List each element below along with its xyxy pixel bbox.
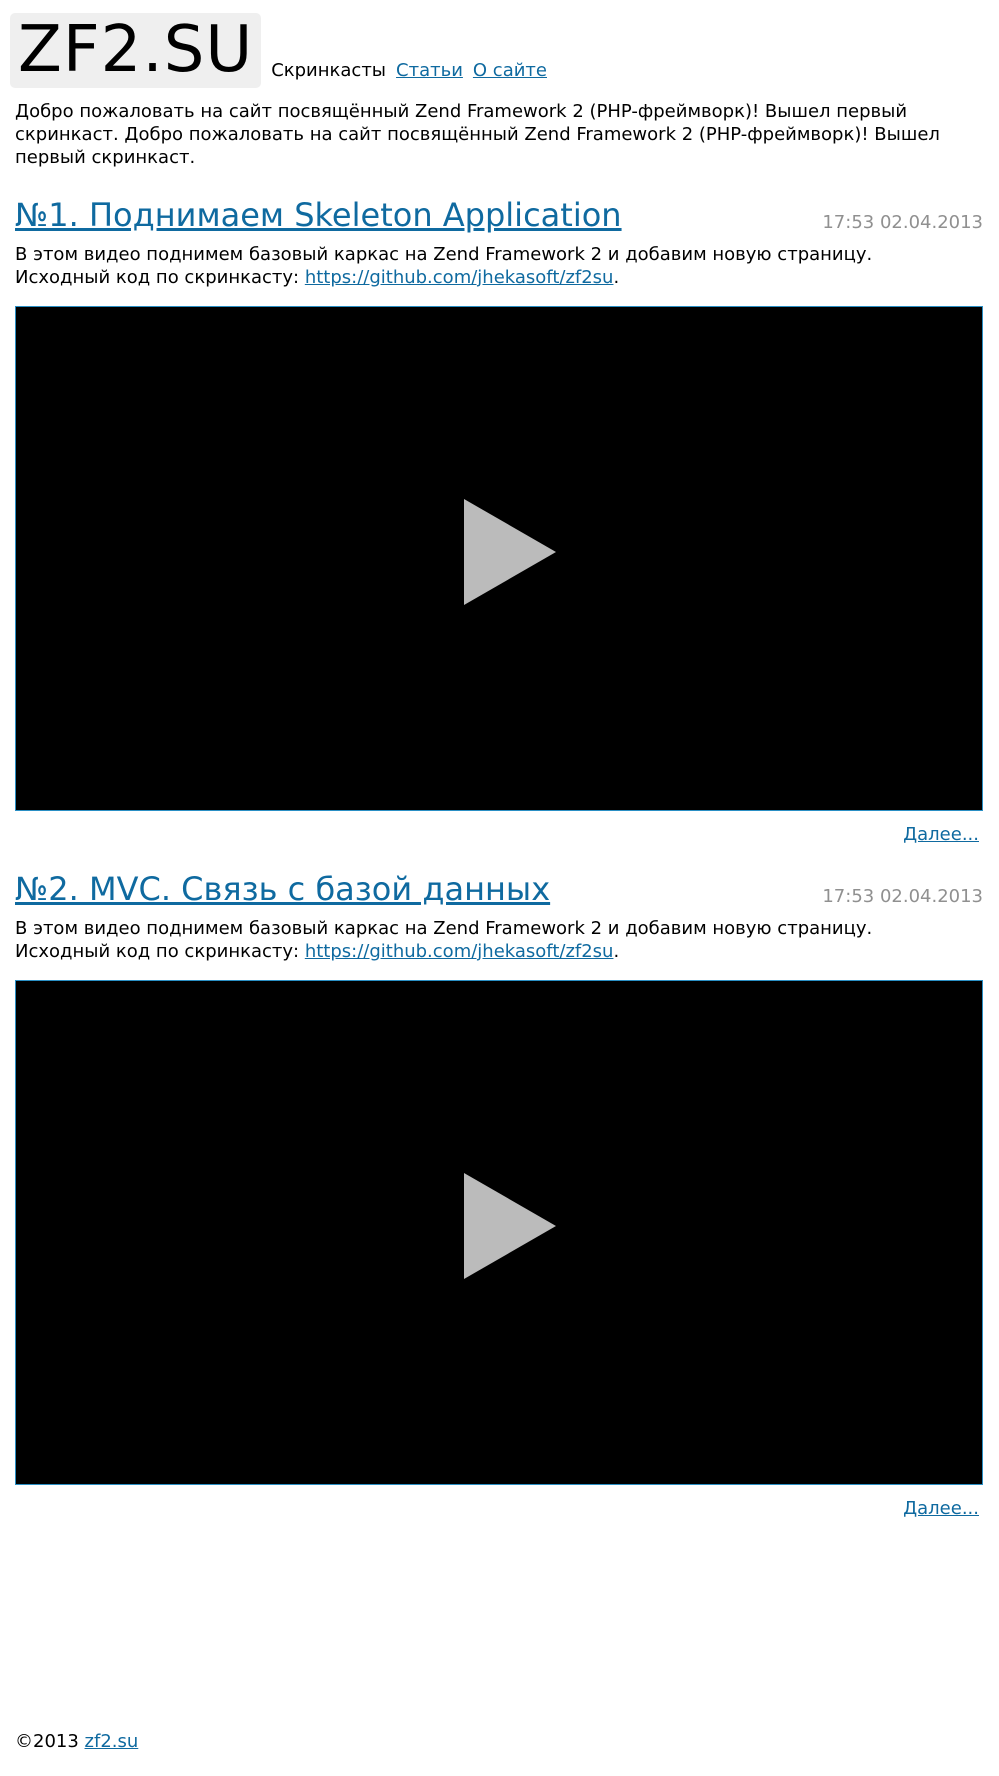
site-header: ZF2.SU Скринкасты Статьи О сайте (10, 13, 557, 88)
read-more-link[interactable]: Далее... (903, 1498, 979, 1519)
nav-item-screencasts: Скринкасты (271, 60, 387, 81)
article-item: №2. MVC. Связь с базой данных 17:53 02.0… (15, 869, 983, 1519)
source-prefix: Исходный код по скринкасту: (15, 941, 305, 962)
more-wrapper: Далее... (15, 1498, 983, 1519)
main-nav: Скринкасты Статьи О сайте (271, 60, 557, 81)
footer-site-link[interactable]: zf2.su (85, 1731, 139, 1752)
article-header: №1. Поднимаем Skeleton Application 17:53… (15, 195, 983, 235)
article-source-line: Исходный код по скринкасту: https://gith… (15, 266, 983, 289)
read-more-link[interactable]: Далее... (903, 824, 979, 845)
nav-item-articles[interactable]: Статьи (396, 60, 463, 81)
intro-text: Добро пожаловать на сайт посвящённый Zen… (15, 101, 940, 168)
github-link[interactable]: https://github.com/jhekasoft/zf2su (305, 941, 614, 962)
source-suffix: . (613, 941, 620, 962)
copyright-text: ©2013 (15, 1731, 85, 1752)
article-title-link[interactable]: №2. MVC. Связь с базой данных (15, 869, 550, 909)
article-description: В этом видео поднимем базовый каркас на … (15, 243, 983, 289)
source-prefix: Исходный код по скринкасту: (15, 267, 305, 288)
site-footer: ©2013 zf2.su (15, 1731, 138, 1752)
article-description: В этом видео поднимем базовый каркас на … (15, 917, 983, 963)
video-player[interactable] (15, 306, 983, 811)
nav-item-about[interactable]: О сайте (473, 60, 547, 81)
article-title-link[interactable]: №1. Поднимаем Skeleton Application (15, 195, 622, 235)
article-date: 17:53 02.04.2013 (822, 212, 983, 233)
source-suffix: . (613, 267, 620, 288)
video-player[interactable] (15, 980, 983, 1485)
article-item: №1. Поднимаем Skeleton Application 17:53… (15, 195, 983, 845)
article-date: 17:53 02.04.2013 (822, 886, 983, 907)
play-icon[interactable] (464, 499, 556, 605)
article-header: №2. MVC. Связь с базой данных 17:53 02.0… (15, 869, 983, 909)
article-desc-line: В этом видео поднимем базовый каркас на … (15, 918, 873, 939)
github-link[interactable]: https://github.com/jhekasoft/zf2su (305, 267, 614, 288)
article-desc-line: В этом видео поднимем базовый каркас на … (15, 244, 873, 265)
article-source-line: Исходный код по скринкасту: https://gith… (15, 940, 983, 963)
more-wrapper: Далее... (15, 824, 983, 845)
play-icon[interactable] (464, 1173, 556, 1279)
site-logo[interactable]: ZF2.SU (10, 13, 262, 88)
